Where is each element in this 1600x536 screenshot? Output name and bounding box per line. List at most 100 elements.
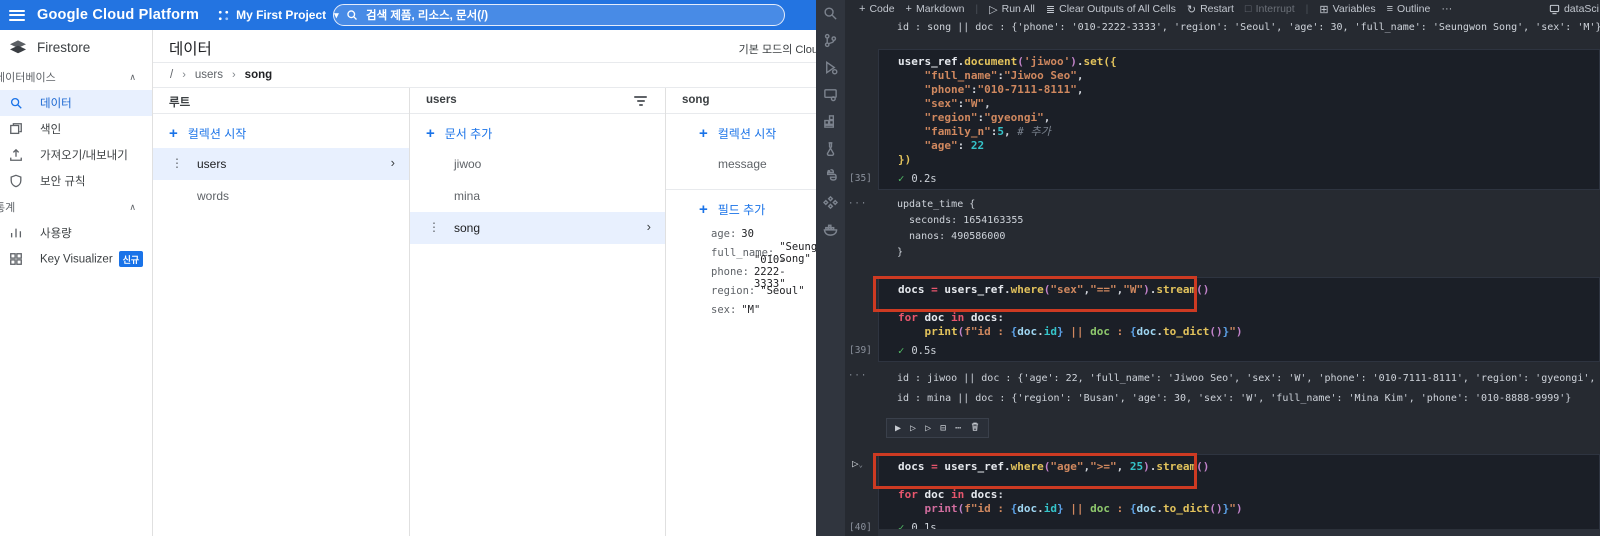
code-line: docs = users_ref.where("sex","==","W").s… bbox=[898, 283, 1210, 296]
split-cell-icon[interactable]: ⊟ bbox=[940, 423, 946, 434]
row-words[interactable]: words bbox=[153, 180, 409, 212]
column-header: song bbox=[666, 88, 816, 114]
kernel-selector[interactable]: dataSci bbox=[1549, 0, 1600, 18]
row-label: message bbox=[718, 157, 767, 171]
product-name: Firestore bbox=[37, 39, 91, 55]
toolbar-label: Outline bbox=[1397, 3, 1431, 15]
toolbar-restart-button[interactable]: ↻ Restart bbox=[1187, 3, 1234, 16]
field-key: age: bbox=[711, 227, 737, 240]
start-collection-button[interactable]: + 컬렉션 시작 bbox=[153, 118, 409, 148]
page-title: 데이터 bbox=[169, 41, 212, 58]
intellicode-icon[interactable] bbox=[822, 195, 839, 210]
sidebar-item-Key Visualizer[interactable]: Key Visualizer 신규 bbox=[0, 246, 152, 272]
extensions-icon[interactable] bbox=[823, 114, 838, 129]
next-cell-edge bbox=[878, 529, 1600, 536]
row-mina[interactable]: mina bbox=[410, 180, 665, 212]
sidebar-section-label: 데이터베이스 bbox=[0, 72, 56, 84]
cell-status: [39] ✓ 0.5s bbox=[849, 342, 1599, 359]
run-debug-icon[interactable] bbox=[823, 60, 838, 75]
column-title: 루트 bbox=[169, 97, 191, 109]
add-field-button[interactable]: + 필드 추가 bbox=[666, 194, 816, 224]
interrupt-icon: □ bbox=[1244, 3, 1252, 15]
cell-status: [35] ✓ 0.2s bbox=[849, 170, 1599, 187]
python-icon[interactable] bbox=[823, 168, 838, 183]
column-rows: message bbox=[666, 148, 816, 180]
start-collection-button[interactable]: + 문서 추가 bbox=[410, 118, 665, 148]
cell-output: id : jiwoo || doc : {'age': 22, 'full_na… bbox=[848, 369, 1600, 409]
delete-cell-icon[interactable] bbox=[970, 421, 980, 435]
sidebar-item-label: 데이터 bbox=[40, 98, 72, 110]
field-phone[interactable]: phone: "010-2222-3333" bbox=[666, 254, 816, 290]
toolbar-variables-button[interactable]: ⊞ Variables bbox=[1319, 3, 1375, 16]
gcp-search-input[interactable]: 검색 제품, 리소스, 문서(/) bbox=[333, 4, 785, 26]
code-cell[interactable]: users_ref.document('jiwoo').set({ "full_… bbox=[849, 49, 1600, 190]
toolbar-run-all-button[interactable]: ▷ Run All bbox=[989, 3, 1035, 16]
row-users[interactable]: ⋮ users › bbox=[153, 148, 409, 180]
code-line: "phone":"010-7111-8111", bbox=[924, 83, 1084, 96]
code-cell[interactable]: ▷⌄ docs = users_ref.where("age",">=", 25)… bbox=[849, 453, 1600, 536]
toolbar-markdown-button[interactable]: + Markdown bbox=[906, 3, 965, 15]
hamburger-menu-icon[interactable] bbox=[9, 9, 25, 21]
toolbar-label: Variables bbox=[1332, 3, 1376, 15]
notebook-toolbar-items: + Code + Markdown | ▷ Run All ≣ Clear Outputs of… bbox=[859, 3, 1452, 16]
run-cell-button[interactable]: ▷⌄ bbox=[852, 457, 863, 470]
success-check-icon: ✓ bbox=[898, 172, 905, 185]
firestore-columns: 루트 + 컬렉션 시작 ⋮ users › words users + 문서 추가 jiwoo min… bbox=[153, 88, 816, 536]
field-key: sex: bbox=[711, 303, 737, 316]
search-icon[interactable] bbox=[823, 6, 838, 21]
firestore-main: 데이터 기본 모드의 Clou / › users › song 루트 + 컬렉션 시작 ⋮ u… bbox=[152, 30, 816, 536]
kernel-name: dataSci bbox=[1563, 3, 1599, 15]
toolbar-label: Clear Outputs of All Cells bbox=[1059, 3, 1176, 15]
breadcrumb-root[interactable]: / bbox=[170, 69, 173, 81]
debug-cell-icon[interactable]: ▷ bbox=[925, 423, 931, 434]
code-cell[interactable]: docs = users_ref.where("sex","==","W").s… bbox=[849, 276, 1600, 362]
toolbar-label: Code bbox=[869, 3, 895, 15]
row-jiwoo[interactable]: jiwoo bbox=[410, 148, 665, 180]
sidebar-section-header[interactable]: 데이터베이스 ∧ bbox=[0, 64, 152, 90]
kebab-menu-icon[interactable]: ⋮ bbox=[171, 156, 183, 170]
run-above-icon[interactable]: ▶ bbox=[895, 423, 901, 434]
toolbar-clear-outputs-of-all-cells-button[interactable]: ≣ Clear Outputs of All Cells bbox=[1046, 3, 1176, 16]
sidebar-item-가져오기/내보내기[interactable]: 가져오기/내보내기 bbox=[0, 142, 152, 168]
output-line: id : mina || doc : {'region': 'Busan', '… bbox=[897, 393, 1572, 404]
code-line: print(f"id : {doc.id} || doc : {doc.to_d… bbox=[924, 502, 1243, 515]
run-all-icon: ▷ bbox=[989, 3, 998, 16]
filter-icon[interactable] bbox=[634, 96, 647, 108]
restart-icon: ↻ bbox=[1186, 3, 1197, 16]
column-header: 루트 bbox=[153, 88, 409, 114]
sidebar-item-색인[interactable]: 색인 bbox=[0, 116, 152, 142]
docker-icon[interactable] bbox=[823, 222, 838, 237]
chevron-right-icon: › bbox=[390, 155, 395, 170]
toolbar-···-button[interactable]: ··· bbox=[1441, 3, 1452, 15]
sidebar-item-데이터[interactable]: 데이터 bbox=[0, 90, 152, 116]
row-label: users bbox=[197, 157, 227, 171]
field-sex[interactable]: sex: "M" bbox=[666, 300, 816, 319]
sidebar-item-보안 규칙[interactable]: 보안 규칙 bbox=[0, 168, 152, 194]
execution-time: 0.2s bbox=[911, 172, 937, 185]
row-song[interactable]: ⋮ song › bbox=[410, 212, 665, 244]
column-루트: 루트 + 컬렉션 시작 ⋮ users › words bbox=[153, 88, 410, 536]
toolbar-outline-button[interactable]: ≡ Outline bbox=[1387, 3, 1431, 15]
sidebar-item-사용량[interactable]: 사용량 bbox=[0, 220, 152, 246]
breadcrumb-item[interactable]: song bbox=[245, 69, 272, 81]
search-icon bbox=[347, 10, 357, 20]
row-message[interactable]: message bbox=[666, 148, 816, 180]
chevron-right-icon: › bbox=[646, 219, 651, 234]
sidebar-section-header[interactable]: 통계 ∧ bbox=[0, 194, 152, 220]
project-selector[interactable]: My First Project ▾ bbox=[217, 8, 339, 22]
start-collection-button[interactable]: + 컬렉션 시작 bbox=[666, 118, 816, 148]
toolbar-code-button[interactable]: + Code bbox=[859, 3, 895, 15]
run-cell-icon[interactable]: ▷ bbox=[910, 423, 916, 434]
testing-icon[interactable] bbox=[823, 141, 838, 157]
toolbar-interrupt-button[interactable]: □ Interrupt bbox=[1245, 3, 1295, 15]
field-region[interactable]: region: "Seoul" bbox=[666, 281, 816, 300]
code-line: "age": 22 bbox=[924, 139, 985, 152]
breadcrumb-item[interactable]: users bbox=[195, 69, 223, 81]
kebab-menu-icon[interactable]: ⋮ bbox=[428, 220, 440, 234]
remote-explorer-icon[interactable] bbox=[823, 87, 838, 102]
execution-count: [35] bbox=[849, 173, 872, 184]
more-icon[interactable]: ⋯ bbox=[955, 423, 961, 434]
sidebar-item-label: 보안 규칙 bbox=[40, 176, 86, 188]
source-control-icon[interactable] bbox=[823, 33, 838, 48]
gcp-brand[interactable]: Google Cloud Platform bbox=[37, 7, 199, 23]
